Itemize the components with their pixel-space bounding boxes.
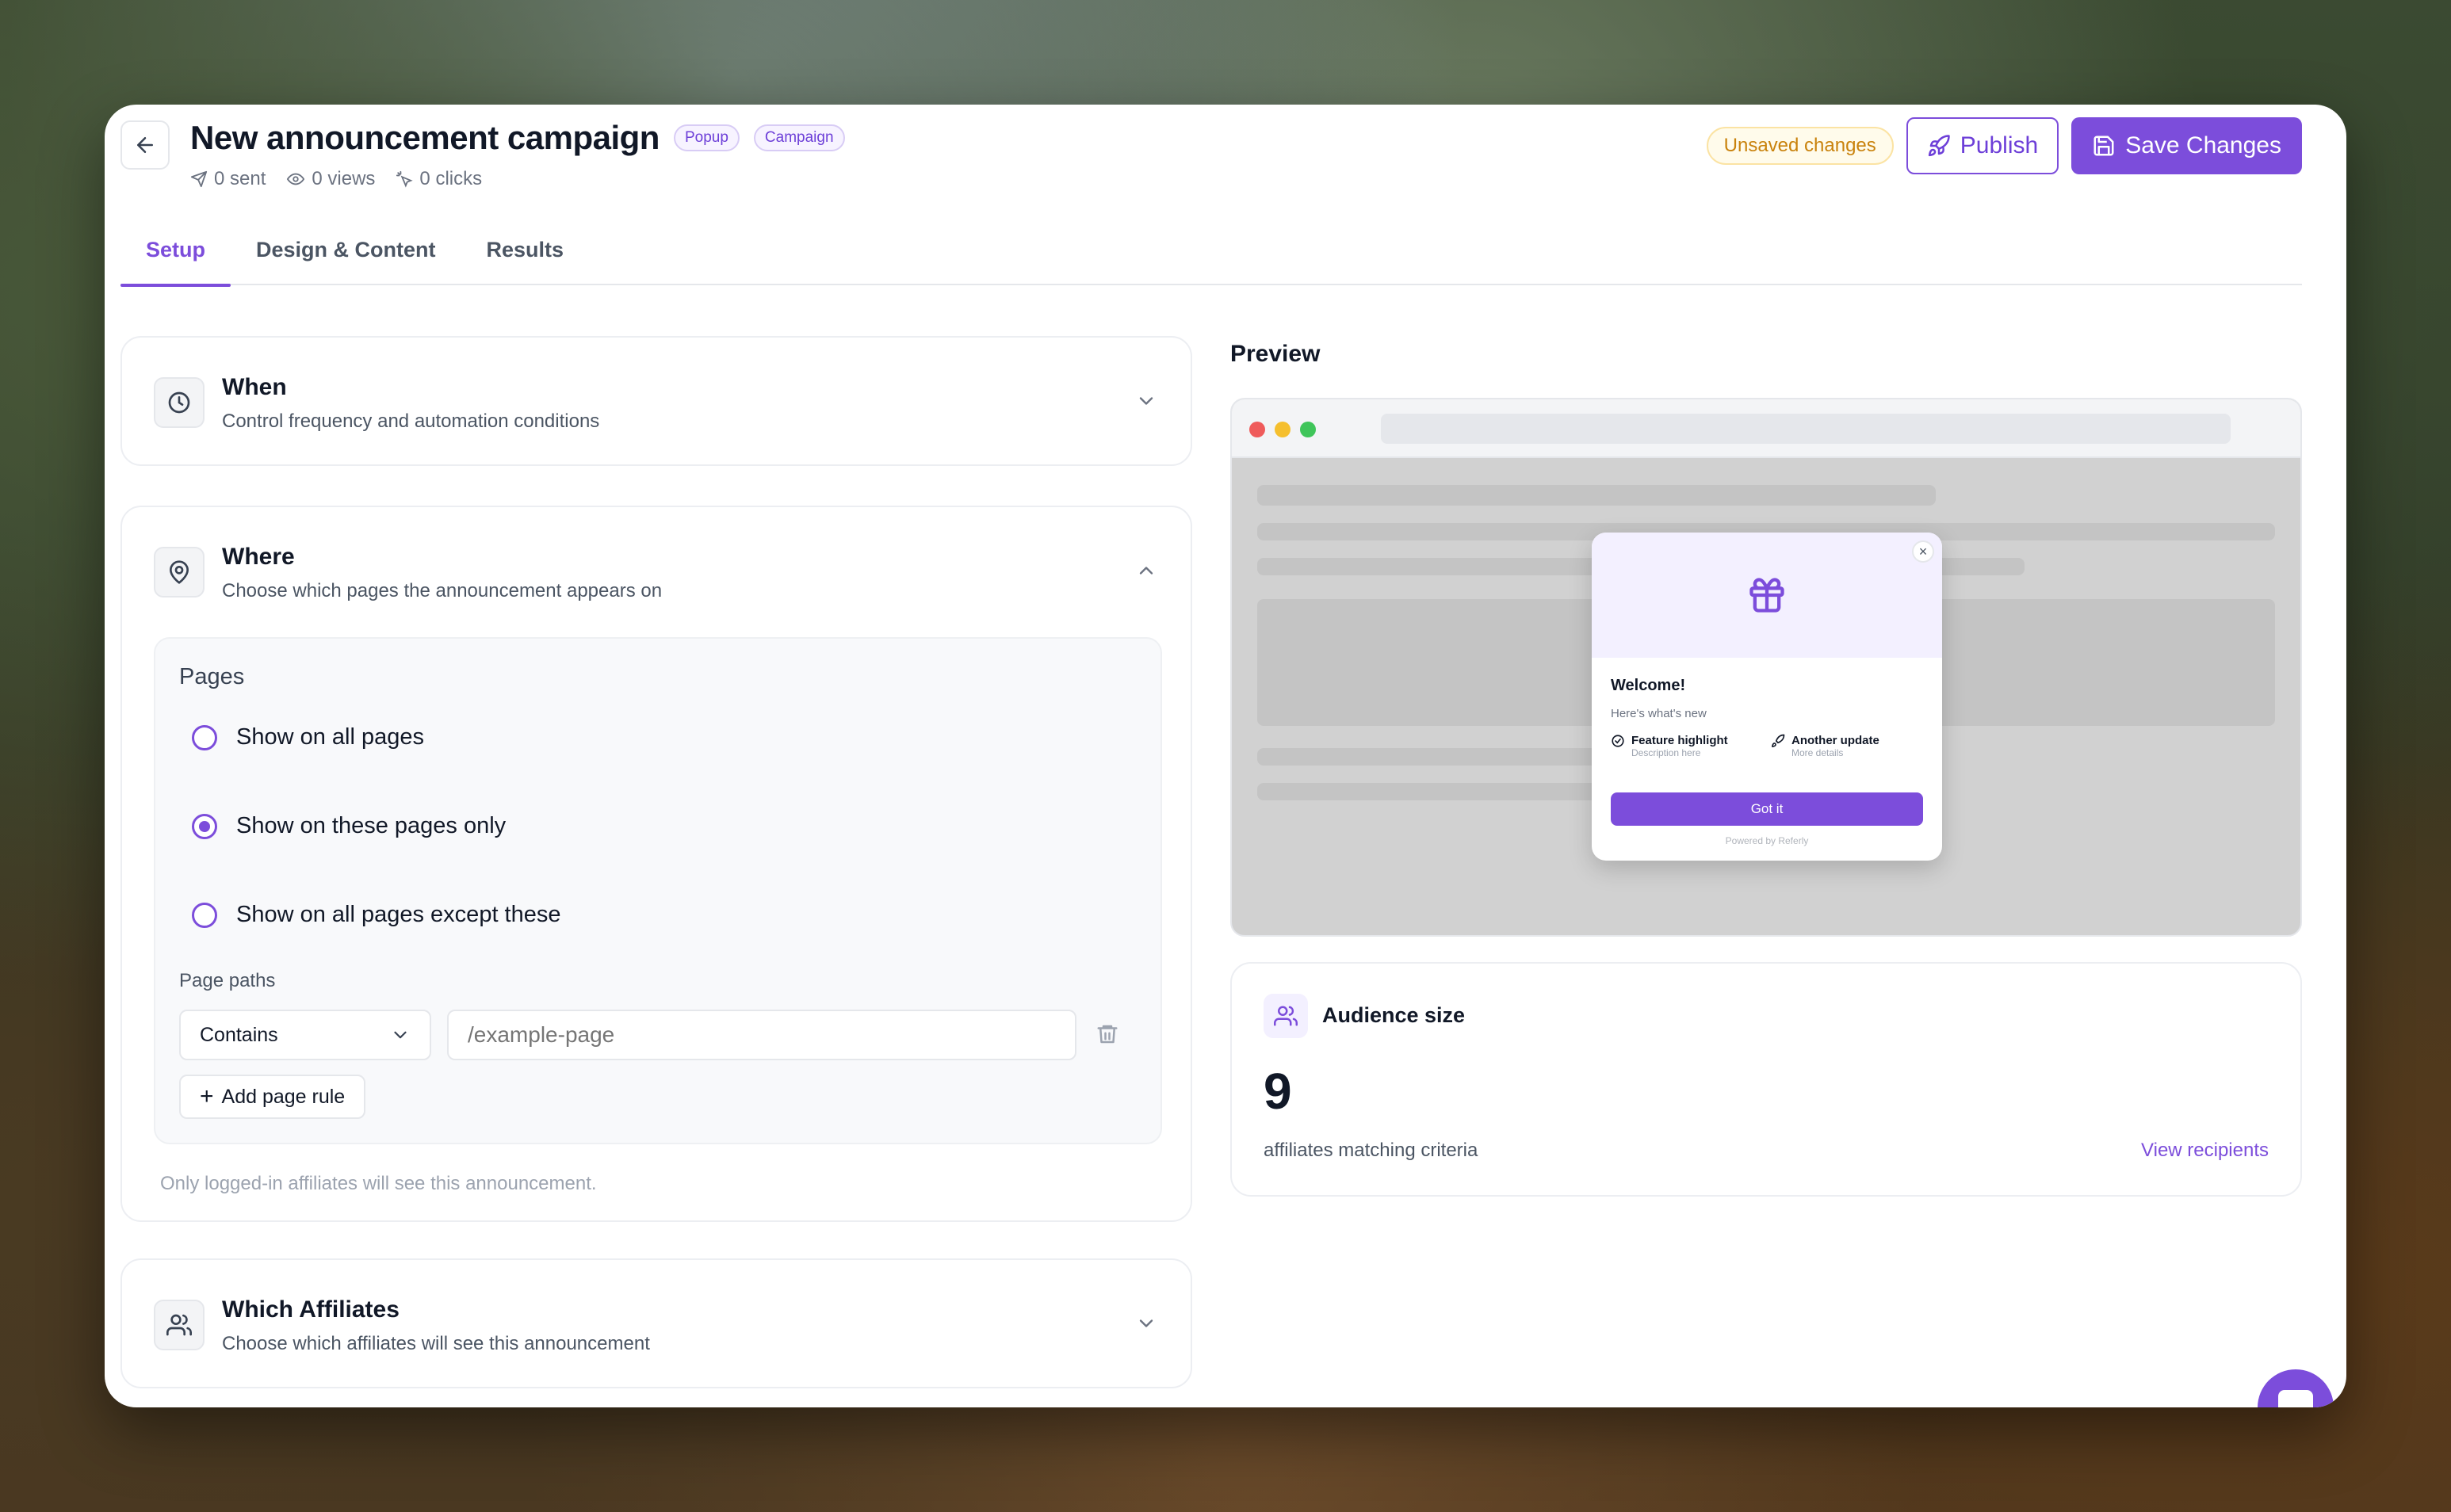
back-button[interactable] — [120, 120, 170, 170]
affiliates-title: Which Affiliates — [222, 1296, 400, 1323]
page-title: New announcement campaign — [190, 119, 660, 156]
when-title: When — [222, 374, 287, 400]
audience-count: 9 — [1264, 1063, 1292, 1120]
save-icon — [2093, 136, 2114, 156]
when-subtitle: Control frequency and automation conditi… — [222, 410, 600, 432]
popup-hero: × — [1592, 533, 1942, 658]
map-pin-icon — [154, 547, 205, 598]
preview-browser-frame: × Welcome! Here's what's new Feature hig… — [1230, 398, 2302, 937]
users-icon — [1264, 994, 1308, 1038]
clock-icon — [154, 377, 205, 428]
chevron-down-icon[interactable] — [1135, 390, 1157, 412]
save-changes-button[interactable]: Save Changes — [2071, 117, 2302, 174]
skeleton-line — [1257, 485, 1936, 506]
popup-subtitle: Here's what's new — [1611, 707, 1707, 720]
when-section: When Control frequency and automation co… — [120, 336, 1192, 466]
campaign-editor-window: New announcement campaign Popup Campaign… — [105, 105, 2346, 1407]
affiliates-subtitle: Choose which affiliates will see this an… — [222, 1333, 650, 1354]
tab-design-content[interactable]: Design & Content — [231, 239, 461, 285]
campaign-stats: 0 sent 0 views 0 clicks — [190, 168, 482, 190]
users-icon — [154, 1300, 205, 1350]
radio-show-all-except[interactable]: Show on all pages except these — [192, 902, 561, 928]
radio-label: Show on these pages only — [236, 813, 507, 838]
where-subtitle: Choose which pages the announcement appe… — [222, 580, 663, 601]
popup-title: Welcome! — [1611, 677, 1686, 694]
chat-launcher-button[interactable] — [2258, 1369, 2334, 1407]
radio-button[interactable] — [192, 902, 217, 928]
radio-button[interactable] — [192, 724, 217, 750]
page-paths-label: Page paths — [179, 970, 276, 991]
affiliates-section: Which Affiliates Choose which affiliates… — [120, 1258, 1192, 1388]
gift-icon — [1749, 578, 1784, 613]
window-minimize-dot — [1275, 422, 1291, 437]
powered-by-label: Powered by Referly — [1725, 835, 1809, 846]
chevron-up-icon[interactable] — [1135, 559, 1157, 582]
unsaved-badge: Unsaved changes — [1706, 127, 1894, 165]
browser-toolbar — [1232, 399, 2300, 458]
announcement-popup-preview: × Welcome! Here's what's new Feature hig… — [1592, 533, 1942, 861]
publish-button[interactable]: Publish — [1906, 117, 2059, 174]
audience-label: affiliates matching criteria — [1264, 1140, 1478, 1161]
rocket-icon — [1928, 135, 1950, 157]
preview-title: Preview — [1230, 341, 1321, 367]
plus-icon: + — [200, 1083, 214, 1109]
audience-title: Audience size — [1322, 1003, 1466, 1027]
where-section: Where Choose which pages the announcemen… — [120, 506, 1192, 1222]
popup-got-it-button[interactable]: Got it — [1611, 792, 1923, 826]
stat-views: 0 views — [286, 168, 375, 190]
chat-icon — [2278, 1390, 2313, 1407]
radio-show-all-pages[interactable]: Show on all pages — [192, 724, 424, 750]
tab-bar: Setup Design & Content Results — [120, 239, 2302, 287]
rocket-icon — [1772, 734, 1785, 747]
where-section-header[interactable]: Where Choose which pages the announcemen… — [122, 507, 1191, 634]
where-title: Where — [222, 544, 295, 570]
when-section-header[interactable]: When Control frequency and automation co… — [122, 338, 1191, 464]
radio-label: Show on all pages — [236, 724, 424, 750]
audience-size-card: Audience size 9 affiliates matching crit… — [1230, 962, 2302, 1197]
eye-icon — [287, 173, 305, 185]
page-path-input[interactable] — [447, 1010, 1076, 1060]
pages-panel: Pages Show on all pages Show on these pa… — [154, 637, 1162, 1144]
click-icon — [396, 170, 414, 188]
tab-setup[interactable]: Setup — [120, 239, 231, 287]
match-type-select[interactable]: Contains — [179, 1010, 431, 1060]
trash-icon[interactable] — [1095, 1022, 1119, 1046]
window-close-dot — [1249, 422, 1265, 437]
radio-button-selected[interactable] — [192, 813, 217, 839]
affiliates-section-header[interactable]: Which Affiliates Choose which affiliates… — [122, 1260, 1191, 1387]
stat-sent: 0 sent — [190, 168, 266, 190]
window-maximize-dot — [1300, 422, 1316, 437]
check-circle-icon — [1612, 735, 1624, 747]
logged-in-note: Only logged-in affiliates will see this … — [160, 1173, 597, 1194]
add-page-rule-button[interactable]: + Add page rule — [179, 1075, 366, 1119]
pages-label: Pages — [179, 664, 245, 689]
title-row: New announcement campaign Popup Campaign — [190, 119, 845, 157]
arrow-left-icon — [137, 137, 153, 153]
chevron-down-icon — [394, 1031, 407, 1039]
radio-show-these-pages-only[interactable]: Show on these pages only — [192, 813, 506, 839]
type-tag: Popup — [673, 124, 740, 151]
chevron-down-icon[interactable] — [1135, 1312, 1157, 1334]
stat-clicks: 0 clicks — [396, 168, 482, 190]
view-recipients-link[interactable]: View recipients — [2141, 1140, 2269, 1162]
header-actions: Unsaved changes Publish Save Changes — [1706, 117, 2302, 174]
tab-results[interactable]: Results — [461, 239, 590, 285]
category-tag: Campaign — [753, 124, 845, 151]
url-bar-placeholder — [1381, 414, 2231, 444]
popup-feature-2: Another update More details — [1771, 734, 1879, 758]
radio-label: Show on all pages except these — [236, 902, 561, 927]
send-icon — [190, 170, 208, 188]
popup-feature-1: Feature highlight Description here — [1611, 734, 1728, 758]
popup-close-icon[interactable]: × — [1912, 540, 1934, 563]
